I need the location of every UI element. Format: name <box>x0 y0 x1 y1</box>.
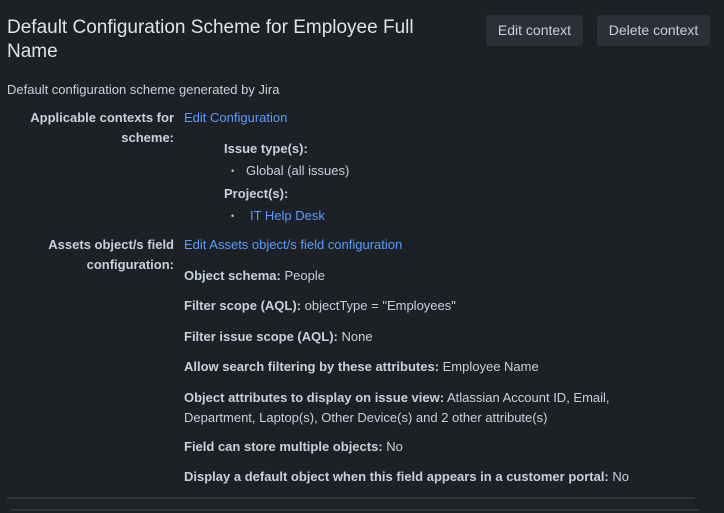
issue-type-item: Global (all issues) <box>246 163 350 178</box>
field-name: Field can store multiple objects: <box>184 439 383 454</box>
field-value: objectType = "Employees" <box>304 298 456 313</box>
edit-context-button[interactable]: Edit context <box>486 15 583 46</box>
field-filter-issue-scope: Filter issue scope (AQL): None <box>184 327 373 347</box>
assets-label: Assets object/s field configuration: <box>48 237 174 272</box>
field-name: Filter issue scope (AQL): <box>184 329 338 344</box>
page-title: Default Configuration Scheme for Employe… <box>7 17 414 62</box>
delete-context-button[interactable]: Delete context <box>597 15 710 46</box>
field-default-object: Display a default object when this field… <box>184 467 629 487</box>
projects-label: Project(s): <box>224 186 289 201</box>
field-filter-scope: Filter scope (AQL): objectType = "Employ… <box>184 296 456 316</box>
field-search-filtering: Allow search filtering by these attribut… <box>184 357 539 377</box>
field-value: No <box>612 469 630 484</box>
bullet-icon: • <box>231 211 235 221</box>
field-value: Employee Name <box>442 359 539 374</box>
field-name: Filter scope (AQL): <box>184 298 302 313</box>
field-name: Object attributes to display on issue vi… <box>184 390 445 405</box>
field-multiple-objects: Field can store multiple objects: No <box>184 437 403 457</box>
bullet-icon: • <box>231 166 235 176</box>
contexts-label: Applicable contexts for scheme: <box>30 110 174 145</box>
field-value: None <box>341 329 373 344</box>
project-link[interactable]: IT Help Desk <box>250 206 325 226</box>
edit-configuration-link[interactable]: Edit Configuration <box>184 108 287 128</box>
scheme-description: Default configuration scheme generated b… <box>7 82 280 97</box>
field-name: Display a default object when this field… <box>184 469 609 484</box>
field-name: Allow search filtering by these attribut… <box>184 359 439 374</box>
field-value: People <box>284 268 325 283</box>
edit-assets-configuration-link[interactable]: Edit Assets object/s field configuration <box>184 235 402 255</box>
field-name: Object schema: <box>184 268 281 283</box>
field-display-attributes: Object attributes to display on issue vi… <box>184 388 644 428</box>
divider <box>11 509 699 511</box>
field-object-schema: Object schema: People <box>184 266 325 286</box>
issue-types-label: Issue type(s): <box>224 141 308 156</box>
divider <box>7 497 695 499</box>
field-value: No <box>386 439 403 454</box>
